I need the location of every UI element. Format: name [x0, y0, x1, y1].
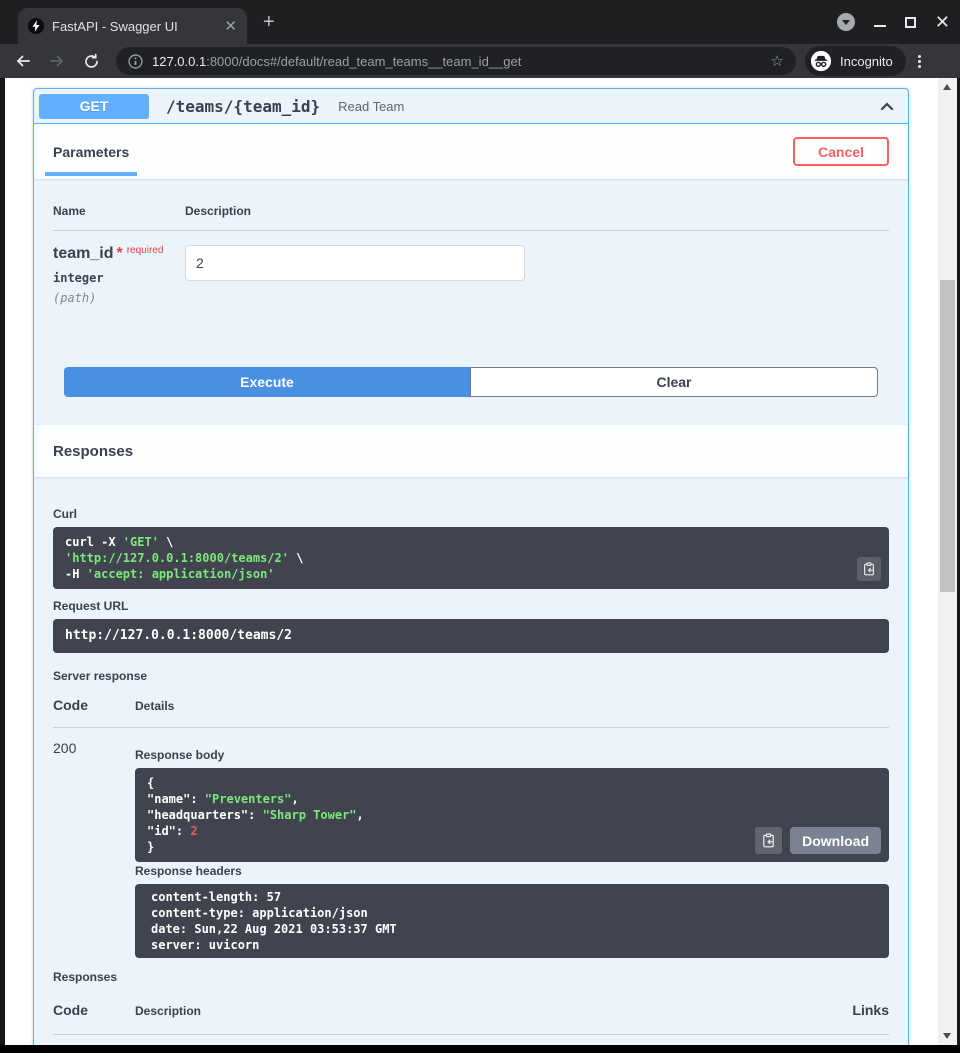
- status-code: 200: [53, 740, 135, 958]
- tab-parameters[interactable]: Parameters: [53, 124, 129, 179]
- response-headers-label: Response headers: [135, 864, 889, 878]
- site-info-icon[interactable]: [128, 54, 143, 69]
- window-bottom-edge: [0, 1045, 960, 1053]
- endpoint-path: /teams/{team_id}: [166, 97, 320, 116]
- scrollbar-thumb[interactable]: [940, 280, 955, 592]
- opblock-get-teams: GET /teams/{team_id} Read Team Parameter…: [33, 88, 909, 1045]
- param-name: team_id*required: [53, 245, 185, 263]
- url-path: :8000/docs#/default/read_team_teams__tea…: [206, 54, 521, 69]
- required-label: required: [127, 245, 164, 256]
- parameters-section-header: Parameters Cancel: [34, 124, 908, 179]
- cancel-button[interactable]: Cancel: [793, 137, 889, 166]
- request-url-block: http://127.0.0.1:8000/teams/2: [53, 619, 889, 653]
- execute-button[interactable]: Execute: [64, 367, 470, 397]
- response-body-block[interactable]: { "name": "Preventers", "headquarters": …: [135, 768, 889, 862]
- curl-block[interactable]: curl -X 'GET' \ 'http://127.0.0.1:8000/t…: [53, 527, 889, 589]
- parameters-body: Name Description team_id*required intege…: [34, 179, 908, 425]
- request-url-label: Request URL: [53, 599, 889, 613]
- maximize-button[interactable]: [905, 17, 916, 28]
- tab-strip: FastAPI - Swagger UI ✕ + ✕: [0, 0, 960, 44]
- response-headers-block: content-length: 57content-type: applicat…: [135, 884, 889, 958]
- minimize-button[interactable]: [874, 25, 886, 27]
- copy-response-button[interactable]: [755, 827, 782, 854]
- incognito-icon: [810, 50, 832, 72]
- param-description-header: Description: [185, 204, 251, 218]
- server-response-details-header: Details: [135, 699, 174, 713]
- execute-button-group: Execute Clear: [64, 367, 878, 397]
- param-location: (path): [53, 291, 185, 305]
- curl-label: Curl: [53, 507, 889, 521]
- server-response-label: Server response: [53, 669, 889, 683]
- new-tab-button[interactable]: +: [263, 13, 275, 31]
- required-asterisk: *: [116, 245, 122, 262]
- responses-table-title: Responses: [53, 970, 889, 984]
- endpoint-summary: Read Team: [338, 99, 404, 114]
- fastapi-favicon-icon: [28, 18, 44, 34]
- parameters-tab-label: Parameters: [53, 144, 129, 160]
- browser-chrome: FastAPI - Swagger UI ✕ + ✕ 127.0.0.1:800…: [0, 0, 960, 78]
- response-body-label: Response body: [135, 748, 889, 762]
- collapse-chevron-icon[interactable]: [877, 96, 897, 116]
- scrollbar-down-arrow[interactable]: [943, 1033, 951, 1039]
- url-text[interactable]: 127.0.0.1:8000/docs#/default/read_team_t…: [152, 54, 762, 69]
- responses-description-header: Description: [135, 1004, 852, 1018]
- responses-links-header: Links: [852, 1002, 889, 1018]
- incognito-badge: Incognito: [805, 46, 906, 76]
- param-name-header: Name: [53, 204, 185, 218]
- responses-title: Responses: [53, 443, 133, 460]
- server-response-row: 200 Response body { "name": "Preventers"…: [53, 740, 889, 958]
- team-id-input[interactable]: [185, 245, 525, 281]
- update-indicator-icon[interactable]: [837, 13, 855, 31]
- active-tab-underline: [45, 172, 137, 176]
- url-bar[interactable]: 127.0.0.1:8000/docs#/default/read_team_t…: [116, 47, 796, 75]
- endpoint-summary-row[interactable]: GET /teams/{team_id} Read Team: [34, 89, 908, 124]
- scrollbar-up-arrow[interactable]: [943, 84, 951, 90]
- responses-code-header: Code: [53, 1002, 135, 1018]
- tab-title: FastAPI - Swagger UI: [52, 19, 216, 34]
- download-button[interactable]: Download: [790, 827, 881, 854]
- browser-menu-button[interactable]: [918, 55, 921, 68]
- browser-toolbar: 127.0.0.1:8000/docs#/default/read_team_t…: [0, 44, 960, 78]
- page-scrollbar[interactable]: [938, 78, 957, 1045]
- param-type: integer: [53, 271, 185, 285]
- reload-button[interactable]: [78, 53, 104, 70]
- parameter-row: team_id*required integer (path): [53, 245, 889, 305]
- swagger-page: GET /teams/{team_id} Read Team Parameter…: [5, 78, 938, 1045]
- clear-button[interactable]: Clear: [470, 367, 878, 397]
- back-button[interactable]: [10, 52, 36, 70]
- tab-close-icon[interactable]: ✕: [224, 19, 237, 34]
- bookmark-star-icon[interactable]: ☆: [771, 52, 784, 70]
- server-response-code-header: Code: [53, 697, 135, 713]
- browser-tab[interactable]: FastAPI - Swagger UI ✕: [18, 8, 247, 44]
- incognito-label: Incognito: [840, 54, 893, 69]
- method-badge: GET: [39, 94, 149, 119]
- forward-button[interactable]: [44, 52, 70, 70]
- responses-body: Curl curl -X 'GET' \ 'http://127.0.0.1:8…: [34, 477, 908, 1045]
- responses-section-header: Responses: [34, 425, 908, 477]
- copy-curl-button[interactable]: [857, 557, 881, 581]
- url-host: 127.0.0.1: [152, 54, 206, 69]
- close-window-button[interactable]: ✕: [935, 15, 950, 29]
